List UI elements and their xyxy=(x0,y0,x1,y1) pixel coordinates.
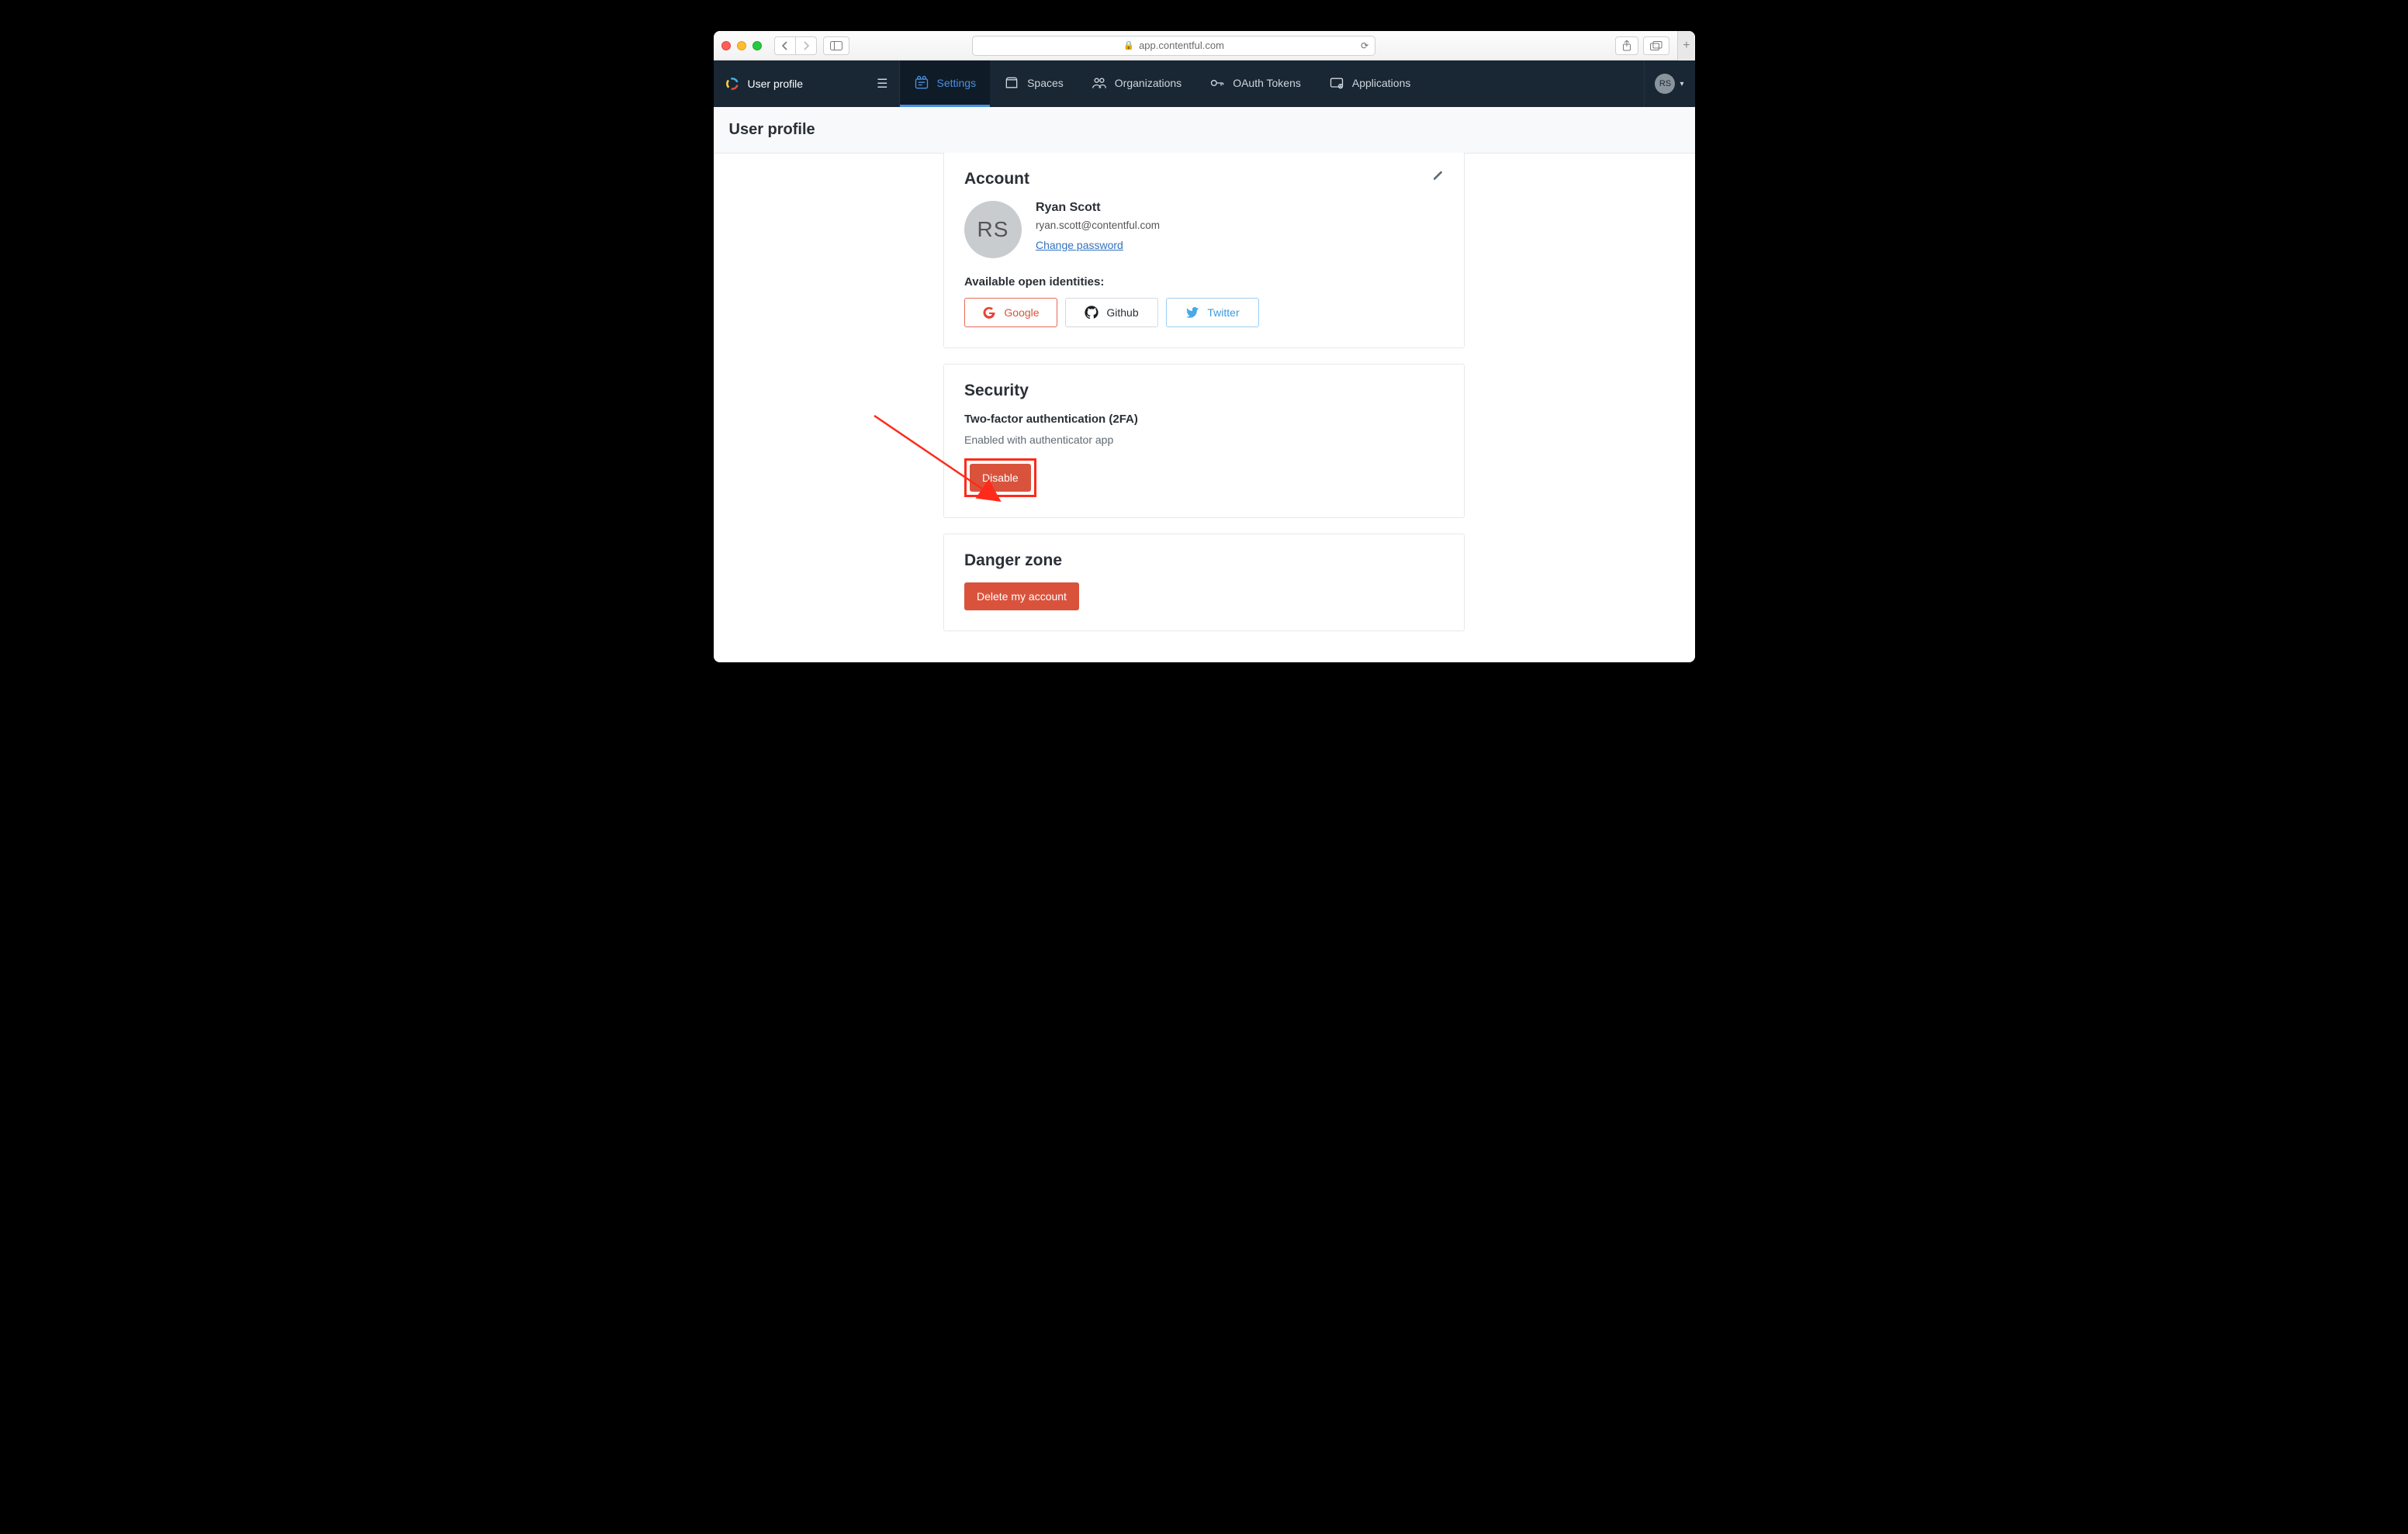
nav-item-label: OAuth Tokens xyxy=(1233,77,1301,89)
contentful-logo-icon xyxy=(725,76,740,92)
security-card: Security Two-factor authentication (2FA)… xyxy=(943,364,1465,518)
nav-item-oauth-tokens[interactable]: OAuth Tokens xyxy=(1195,60,1315,107)
change-password-link[interactable]: Change password xyxy=(1036,239,1160,251)
identity-label: Twitter xyxy=(1207,306,1239,319)
user-avatar-small: RS xyxy=(1655,74,1675,94)
identity-twitter-button[interactable]: Twitter xyxy=(1166,298,1259,327)
organizations-icon xyxy=(1092,75,1107,91)
spaces-icon xyxy=(1004,75,1019,91)
applications-icon xyxy=(1329,75,1344,91)
page-title: User profile xyxy=(714,107,1695,154)
tabs-button[interactable] xyxy=(1643,36,1669,55)
settings-icon xyxy=(914,75,929,91)
minimize-window-button[interactable] xyxy=(737,41,746,50)
annotation-highlight-box: Disable xyxy=(964,458,1036,497)
disable-2fa-button[interactable]: Disable xyxy=(970,464,1031,492)
two-factor-heading: Two-factor authentication (2FA) xyxy=(964,413,1444,426)
account-heading: Account xyxy=(964,170,1029,188)
nav-item-organizations[interactable]: Organizations xyxy=(1078,60,1195,107)
maximize-window-button[interactable] xyxy=(752,41,762,50)
chevron-down-icon: ▾ xyxy=(1680,80,1683,88)
user-menu[interactable]: RS ▾ xyxy=(1644,60,1695,107)
browser-window: 🔒 app.contentful.com ⟳ + User profile ☰ xyxy=(714,31,1695,662)
titlebar: 🔒 app.contentful.com ⟳ + xyxy=(714,31,1695,60)
user-avatar-large: RS xyxy=(964,201,1022,258)
github-icon xyxy=(1085,306,1098,320)
identity-label: Github xyxy=(1106,306,1138,319)
nav-item-applications[interactable]: Applications xyxy=(1315,60,1425,107)
two-factor-status: Enabled with authenticator app xyxy=(964,434,1444,446)
nav-item-label: Spaces xyxy=(1027,77,1064,89)
identity-github-button[interactable]: Github xyxy=(1065,298,1158,327)
nav-item-settings[interactable]: Settings xyxy=(900,60,991,107)
back-button[interactable] xyxy=(774,36,796,55)
nav-brand-title: User profile xyxy=(748,78,870,90)
address-bar[interactable]: 🔒 app.contentful.com ⟳ xyxy=(972,36,1375,56)
menu-icon[interactable]: ☰ xyxy=(877,76,887,92)
sidebar-toggle-button[interactable] xyxy=(823,36,849,55)
identities-heading: Available open identities: xyxy=(964,275,1444,288)
danger-zone-card: Danger zone Delete my account xyxy=(943,534,1465,631)
page-content: Account RS Ryan Scott ryan.scott@content… xyxy=(714,154,1695,662)
app-nav: User profile ☰ Settings Spaces Organiz xyxy=(714,60,1695,107)
delete-account-button[interactable]: Delete my account xyxy=(964,582,1079,610)
nav-brand-area: User profile ☰ xyxy=(714,60,900,107)
nav-items: Settings Spaces Organizations OAuth Toke… xyxy=(900,60,1425,107)
identity-label: Google xyxy=(1004,306,1039,319)
danger-zone-heading: Danger zone xyxy=(964,551,1444,570)
nav-item-label: Settings xyxy=(937,77,977,89)
oauth-tokens-icon xyxy=(1209,75,1225,91)
forward-button[interactable] xyxy=(796,36,817,55)
user-name: Ryan Scott xyxy=(1036,201,1160,215)
nav-back-forward xyxy=(774,36,817,55)
twitter-icon xyxy=(1185,306,1199,320)
reload-icon[interactable]: ⟳ xyxy=(1361,40,1368,51)
close-window-button[interactable] xyxy=(721,41,731,50)
google-icon xyxy=(982,306,996,320)
account-card: Account RS Ryan Scott ryan.scott@content… xyxy=(943,153,1465,348)
security-heading: Security xyxy=(964,382,1444,400)
url-text: app.contentful.com xyxy=(1139,40,1224,51)
nav-item-label: Organizations xyxy=(1115,77,1182,89)
identity-google-button[interactable]: Google xyxy=(964,298,1057,327)
share-button[interactable] xyxy=(1615,36,1638,55)
nav-item-spaces[interactable]: Spaces xyxy=(990,60,1078,107)
nav-item-label: Applications xyxy=(1352,77,1411,89)
edit-account-button[interactable] xyxy=(1432,170,1444,185)
window-controls xyxy=(721,41,762,50)
user-email: ryan.scott@contentful.com xyxy=(1036,219,1160,231)
lock-icon: 🔒 xyxy=(1123,40,1134,50)
new-tab-button[interactable]: + xyxy=(1677,31,1694,60)
